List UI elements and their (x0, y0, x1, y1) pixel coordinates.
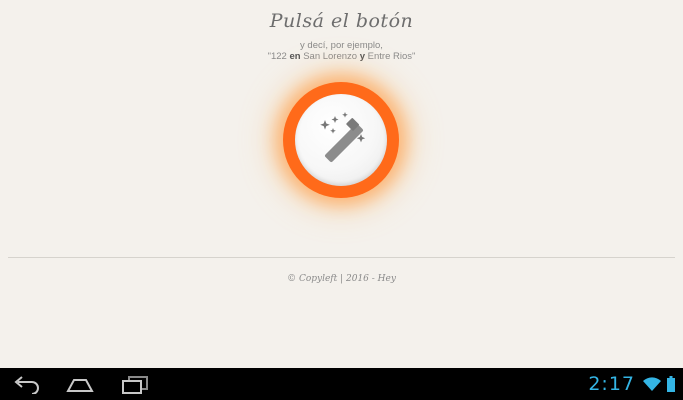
magic-button-wrapper (283, 82, 399, 198)
clock: 2:17 (588, 373, 635, 395)
app-content: Pulsá el botón y decí, por ejemplo, "122… (0, 0, 683, 368)
recent-apps-icon[interactable] (120, 374, 150, 394)
back-icon[interactable] (12, 374, 42, 394)
status-area[interactable]: 2:17 (588, 372, 675, 396)
keyword-en: en (289, 51, 301, 62)
instructions-line-2: "122 en San Lorenzo y Entre Rios" (0, 51, 683, 62)
wifi-icon (643, 377, 661, 391)
instructions-text: y decí, por ejemplo, "122 en San Lorenzo… (0, 40, 683, 62)
magic-wand-icon (320, 112, 366, 162)
magic-voice-button[interactable] (283, 82, 399, 198)
copyright-footer: © Copyleft | 2016 - Hey (287, 274, 396, 284)
home-icon[interactable] (64, 374, 96, 394)
example-quote-open: "122 (267, 51, 290, 62)
instructions-line-1: y decí, por ejemplo, (300, 40, 383, 51)
screen: Pulsá el botón y decí, por ejemplo, "122… (0, 0, 683, 400)
page-title: Pulsá el botón (269, 10, 414, 32)
magic-button-face[interactable] (295, 94, 387, 186)
footer-divider (8, 257, 675, 258)
example-street-2: Entre Rios" (365, 51, 416, 62)
example-street-1: San Lorenzo (300, 51, 360, 62)
system-navigation-bar: 2:17 (0, 368, 683, 400)
battery-icon (667, 376, 675, 392)
